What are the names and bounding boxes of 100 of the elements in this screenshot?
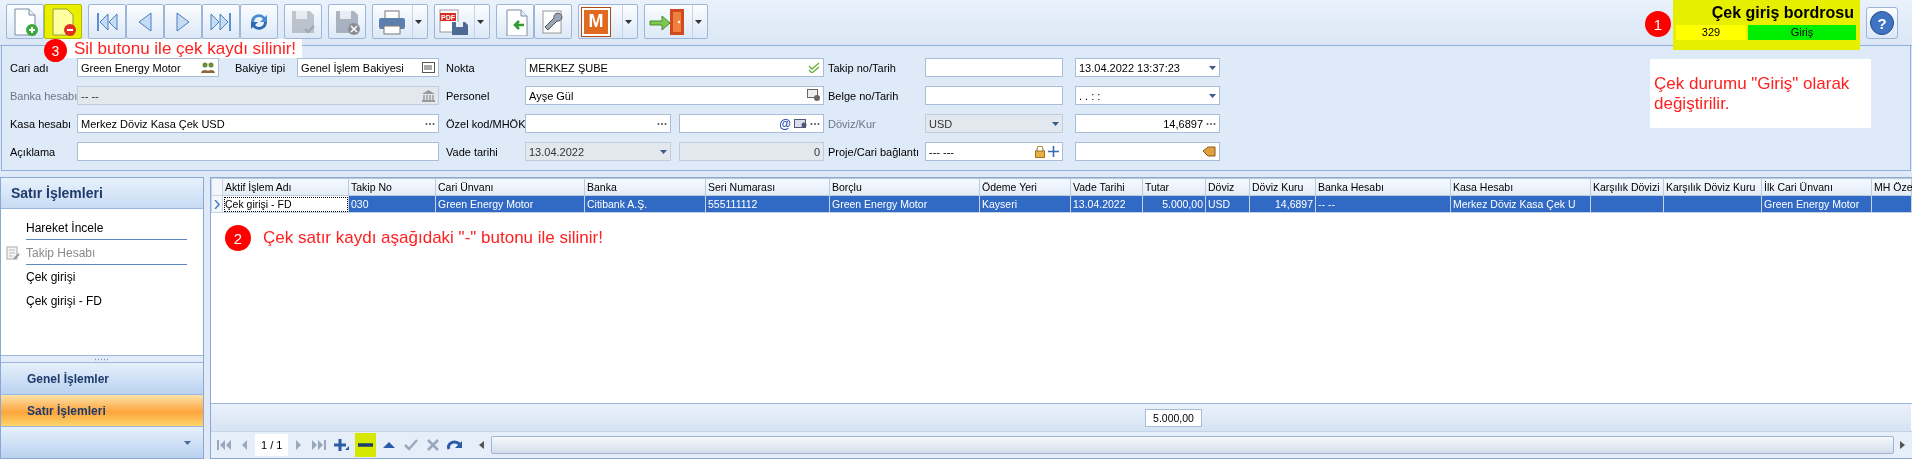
column-header[interactable]: Karşılık Dövizi <box>1590 178 1664 196</box>
column-header[interactable]: Seri Numarası <box>705 178 830 196</box>
lock-icon <box>1035 145 1045 158</box>
column-header[interactable]: Karşılık Döviz Kuru <box>1663 178 1762 196</box>
sidebar-item[interactable]: Çek girişi - FD <box>6 290 187 312</box>
column-total: 5.000,00 <box>1145 408 1202 427</box>
toolbar-button[interactable] <box>88 4 126 39</box>
column-header[interactable]: Cari Ünvanı <box>435 178 585 196</box>
caret-icon <box>1209 93 1216 98</box>
nav-overflow-button[interactable] <box>1 426 203 458</box>
field-label: Döviz/Kur <box>827 117 877 130</box>
input-field[interactable]: Genel İşlem Bakiyesi <box>297 58 439 77</box>
row-indicator-icon <box>214 199 220 209</box>
field-label: Belge no/Tarih <box>827 89 900 102</box>
input-field[interactable]: --- --- <box>925 142 1063 161</box>
field-label: Banka hesabı <box>10 89 77 102</box>
nav-button[interactable]: Genel İşlemler <box>1 362 203 394</box>
page-indicator: 1 / 1 <box>255 434 289 456</box>
column-header[interactable]: Kasa Hesabı <box>1450 178 1591 196</box>
input-field[interactable]: Merkez Döviz Kasa Çek USD <box>77 114 439 133</box>
toolbar-button[interactable] <box>240 4 278 39</box>
card-icon <box>794 118 807 129</box>
navigator-button[interactable] <box>332 436 352 454</box>
ellipsis-icon <box>656 121 667 126</box>
column-header[interactable]: Aktif İşlem Adı <box>222 178 349 196</box>
check-icon <box>808 62 820 73</box>
dropdown-field[interactable]: . . : : <box>1075 86 1220 105</box>
input-field[interactable]: Ayşe Gül <box>525 86 824 105</box>
column-header[interactable]: Borçlu <box>829 178 980 196</box>
input-field[interactable]: MERKEZ ŞUBE <box>525 58 824 77</box>
caret-icon <box>477 19 484 24</box>
dropdown-field[interactable]: 13.04.2022 13:37:23 <box>1075 58 1220 77</box>
caret-icon <box>625 19 632 24</box>
annotation-note: Çek durumu "Giriş" olarak değiştirilir. <box>1650 59 1871 128</box>
column-header[interactable]: Döviz Kuru <box>1249 178 1316 196</box>
field-label: Açıklama <box>10 145 57 158</box>
column-header[interactable]: Ödeme Yeri <box>979 178 1071 196</box>
column-header[interactable]: Vade Tarihi <box>1070 178 1143 196</box>
caret-icon <box>1052 121 1059 126</box>
toolbar-button[interactable] <box>496 4 534 39</box>
person-card-icon <box>807 89 820 102</box>
annotation-note: Çek satır kaydı aşağıdaki "-" butonu ile silinir! <box>263 228 603 248</box>
sidebar-item[interactable]: Çek girişi <box>6 266 187 288</box>
people-icon <box>200 61 215 74</box>
nav-button[interactable]: Satır İşlemleri <box>1 394 203 426</box>
input-field[interactable] <box>925 58 1063 77</box>
column-header[interactable]: Döviz <box>1205 178 1250 196</box>
plus-icon <box>333 438 351 452</box>
panel-title: Satır İşlemleri <box>1 178 203 209</box>
toolbar-button[interactable] <box>202 4 240 39</box>
toolbar-button[interactable] <box>6 4 44 39</box>
toolbar-button[interactable] <box>164 4 202 39</box>
toolbar-button[interactable] <box>644 4 708 39</box>
column-header[interactable]: İlk Cari Ünvanı <box>1761 178 1872 196</box>
toolbar-button[interactable] <box>44 4 82 39</box>
input-field[interactable] <box>1075 142 1220 161</box>
close-icon <box>425 438 442 452</box>
column-header[interactable]: Banka Hesabı <box>1315 178 1451 196</box>
field-label: Bakiye tipi <box>233 61 287 74</box>
field-label: Vade tarihi <box>445 145 499 158</box>
plus-icon[interactable] <box>1048 146 1059 157</box>
input-field[interactable]: 14,6897 <box>1075 114 1220 133</box>
splitter-grip-icon[interactable] <box>94 357 110 361</box>
field-label: Takip no/Tarih <box>827 61 897 74</box>
document-number: 329 <box>1676 25 1746 40</box>
tag-icon <box>1202 146 1216 157</box>
navigator-button[interactable] <box>355 433 377 457</box>
scroll-left-icon[interactable] <box>479 441 485 449</box>
sidebar-item[interactable]: Hareket İncele <box>26 217 187 240</box>
input-field[interactable] <box>525 114 671 133</box>
status-indicator: Giriş <box>1748 25 1856 40</box>
caret-icon <box>1209 65 1216 70</box>
input-field[interactable]: Green Energy Motor <box>77 58 219 77</box>
field-label: Özel kod/MHÖK <box>445 117 525 130</box>
ellipsis-icon <box>1206 121 1216 126</box>
ellipsis-icon <box>425 121 435 126</box>
help-button[interactable]: ? <box>1866 7 1898 39</box>
at-sign[interactable]: @ <box>779 116 791 131</box>
column-header[interactable]: Tutar <box>1142 178 1206 196</box>
input-field[interactable] <box>77 142 439 161</box>
document-title: Çek giriş bordrosu <box>1711 4 1855 22</box>
scroll-right-icon[interactable] <box>1900 441 1906 449</box>
field-label: Proje/Cari bağlantı <box>827 145 921 158</box>
toolbar-button[interactable] <box>534 4 572 39</box>
toolbar-button[interactable] <box>372 4 428 39</box>
caret-icon <box>695 19 702 24</box>
column-header[interactable]: Takip No <box>348 178 436 196</box>
redo-icon <box>447 438 465 452</box>
column-header[interactable]: MH Öze <box>1871 178 1912 196</box>
column-header[interactable]: Banka <box>584 178 706 196</box>
bank-icon <box>422 89 435 102</box>
input-field[interactable]: @ <box>678 114 824 133</box>
field-label: Personel <box>445 89 491 102</box>
check-icon <box>403 438 420 452</box>
input-field[interactable] <box>925 86 1063 105</box>
table-row[interactable]: Çek girişi - FD 030 Green Energy Motor Citibank A.Ş. 555111112 Green Energy Motor Kayseri 13.04.2022 5.000,00 USD 14,6897 -- -- Merkez Döviz Kasa Çek U Green Energy Motor <box>211 195 1912 213</box>
printer-icon <box>376 7 408 36</box>
caret-icon <box>184 440 191 445</box>
toolbar-button[interactable] <box>126 4 164 39</box>
field-label: Cari adı <box>10 61 50 74</box>
